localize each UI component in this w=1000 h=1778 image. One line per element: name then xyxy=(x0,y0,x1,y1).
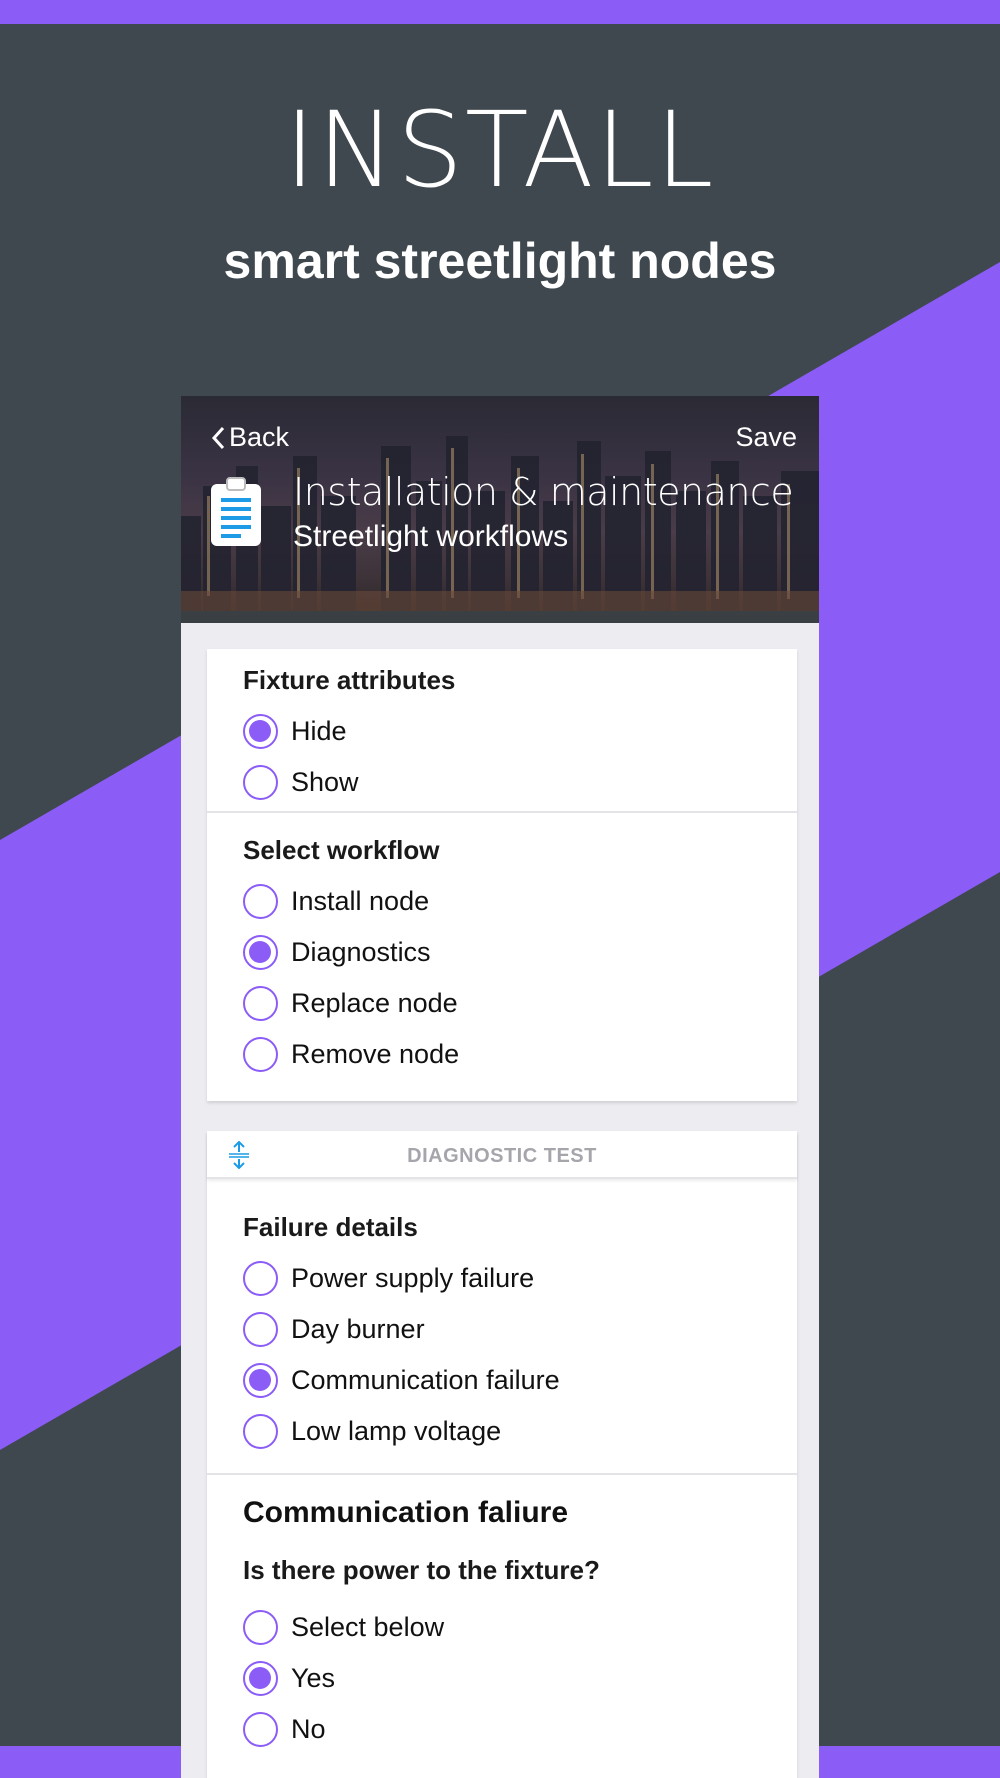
communication-failure-heading: Communication faliure xyxy=(243,1496,569,1529)
radio-label: Hide xyxy=(291,715,347,746)
app-title: Installation & maintenance xyxy=(293,470,794,514)
radio-selected-icon xyxy=(243,1660,278,1696)
radio-label: Communication failure xyxy=(291,1364,560,1395)
radio-diagnostics[interactable]: Diagnostics xyxy=(243,934,431,970)
radio-no[interactable]: No xyxy=(243,1711,326,1747)
radio-unselected-icon xyxy=(243,985,278,1021)
app-header: Back Save Installation & maintenance Str… xyxy=(181,396,819,623)
diagnostic-test-card: DIAGNOSTIC TEST Failure details Power su… xyxy=(207,1131,797,1778)
radio-unselected-icon xyxy=(243,1260,278,1296)
radio-hide[interactable]: Hide xyxy=(243,713,347,749)
app-screen: Back Save Installation & maintenance Str… xyxy=(181,396,819,1778)
radio-label: Diagnostics xyxy=(291,936,431,967)
back-button-label: Back xyxy=(229,422,290,452)
radio-unselected-icon xyxy=(243,1609,278,1645)
radio-unselected-icon xyxy=(243,883,278,919)
radio-show[interactable]: Show xyxy=(243,764,359,800)
save-button[interactable]: Save xyxy=(735,422,797,453)
radio-unselected-icon xyxy=(243,1413,278,1449)
radio-label: Power supply failure xyxy=(291,1262,535,1293)
promo-headline: INSTALL xyxy=(284,89,716,211)
radio-install-node[interactable]: Install node xyxy=(243,883,429,919)
radio-label: Day burner xyxy=(291,1313,425,1344)
failure-details-label: Failure details xyxy=(243,1212,418,1242)
radio-communication-failure[interactable]: Communication failure xyxy=(243,1362,560,1398)
radio-replace-node[interactable]: Replace node xyxy=(243,985,458,1021)
chevron-left-icon xyxy=(211,426,225,449)
settings-card: Fixture attributes Hide Show Select work… xyxy=(207,649,797,1101)
back-button[interactable]: Back xyxy=(211,422,289,453)
radio-label: Low lamp voltage xyxy=(291,1415,502,1446)
radio-yes[interactable]: Yes xyxy=(243,1660,335,1696)
top-purple-strip xyxy=(0,0,1000,24)
radio-selected-icon xyxy=(243,1362,278,1398)
radio-selected-icon xyxy=(243,934,278,970)
fixture-attributes-label: Fixture attributes xyxy=(243,665,456,695)
select-workflow-label: Select workflow xyxy=(243,835,440,865)
radio-label: Yes xyxy=(291,1662,336,1693)
section-divider xyxy=(207,811,797,813)
app-subtitle: Streetlight workflows xyxy=(293,520,569,553)
radio-power-supply-failure[interactable]: Power supply failure xyxy=(243,1260,534,1296)
radio-label: Remove node xyxy=(291,1038,460,1069)
radio-unselected-icon xyxy=(243,1311,278,1347)
diagnostic-test-title: DIAGNOSTIC TEST xyxy=(407,1145,597,1167)
radio-day-burner[interactable]: Day burner xyxy=(243,1311,425,1347)
radio-remove-node[interactable]: Remove node xyxy=(243,1036,459,1072)
radio-label: No xyxy=(291,1713,326,1744)
radio-label: Select below xyxy=(291,1611,445,1642)
clipboard-icon xyxy=(211,477,261,546)
section-divider xyxy=(207,1473,797,1475)
radio-label: Install node xyxy=(291,885,430,916)
promo-subheadline: smart streetlight nodes xyxy=(223,233,777,289)
header-bottom-strip xyxy=(181,611,819,623)
radio-label: Show xyxy=(291,766,359,797)
radio-low-lamp-voltage[interactable]: Low lamp voltage xyxy=(243,1413,501,1449)
diagnostic-test-header[interactable]: DIAGNOSTIC TEST xyxy=(207,1131,797,1179)
radio-unselected-icon xyxy=(243,764,278,800)
power-question-label: Is there power to the fixture? xyxy=(243,1555,600,1585)
radio-label: Replace node xyxy=(291,987,458,1018)
radio-selected-icon xyxy=(243,713,278,749)
radio-select-below[interactable]: Select below xyxy=(243,1609,444,1645)
radio-unselected-icon xyxy=(243,1036,278,1072)
radio-unselected-icon xyxy=(243,1711,278,1747)
